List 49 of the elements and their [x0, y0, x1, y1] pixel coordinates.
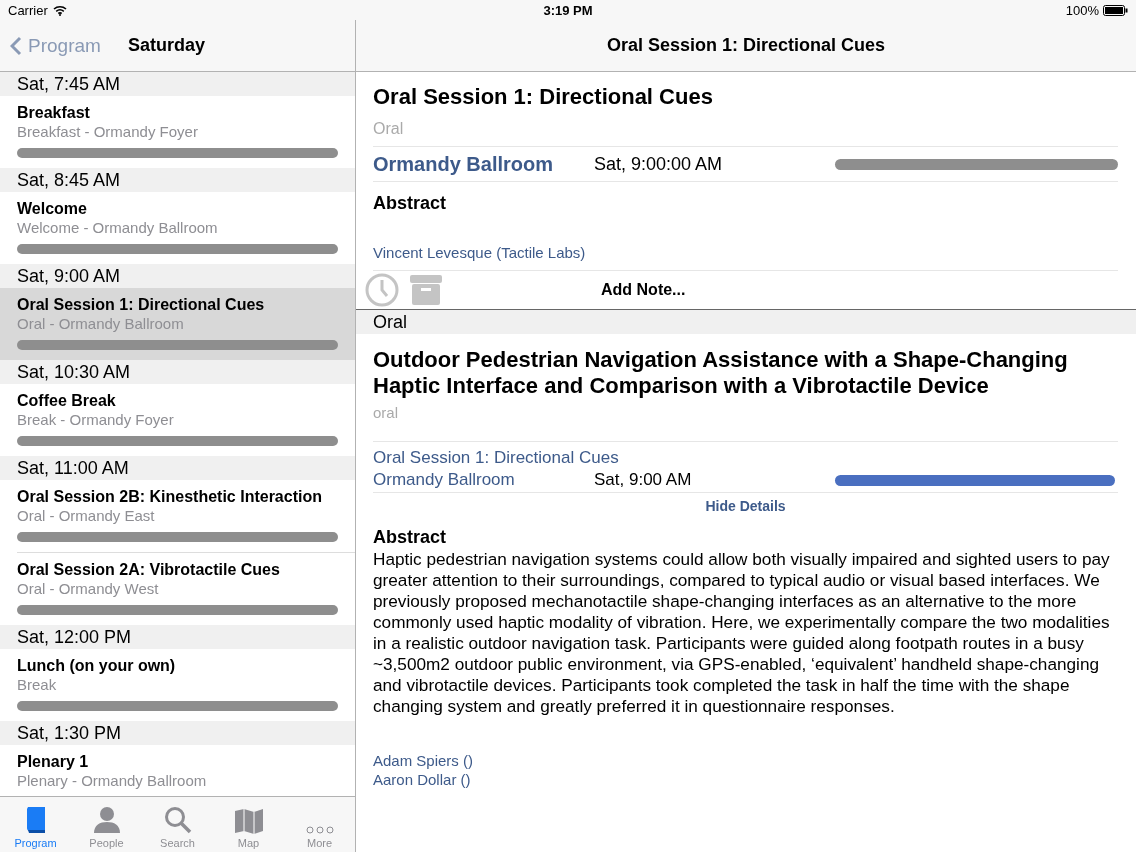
carrier-label: Carrier: [8, 2, 48, 18]
tab-bar-item[interactable]: Program: [0, 797, 71, 852]
session-item[interactable]: Oral Session 2B: Kinesthetic Interaction Oral - Ormandy East: [0, 480, 355, 552]
session-type: Oral: [373, 120, 405, 139]
more-icon: [305, 826, 334, 834]
section-header: Sat, 10:30 AM: [0, 360, 355, 384]
section-header: Sat, 9:00 AM: [0, 264, 355, 288]
nav-title: Saturday: [128, 35, 206, 56]
section-header: Sat, 1:30 PM: [0, 721, 355, 745]
author-link[interactable]: Adam Spiers (): [373, 751, 1118, 770]
battery-icon: [1103, 4, 1128, 16]
search-icon: [163, 806, 192, 834]
session-title: Oral Session 1: Directional Cues: [373, 84, 714, 110]
session-item[interactable]: Lunch (on your own) Break: [0, 649, 355, 721]
paper-title: Outdoor Pedestrian Navigation Assistance with a Shape-Changing Haptic Interface and Comparison with a Vibrotactile Device: [373, 347, 1069, 399]
section-header: Sat, 11:00 AM: [0, 456, 355, 480]
author-link[interactable]: Vincent Levesque (Tactile Labs): [373, 244, 586, 261]
hide-details-button[interactable]: Hide Details: [705, 498, 786, 514]
session-item[interactable]: Welcome Welcome - Ormandy Ballroom: [0, 192, 355, 264]
section-header: Sat, 8:45 AM: [0, 168, 355, 192]
session-time: Sat, 9:00:00 AM: [594, 153, 724, 175]
book-icon: [24, 806, 47, 834]
battery-percent: 100%: [1065, 2, 1099, 18]
room-link[interactable]: Ormandy Ballroom: [373, 152, 594, 176]
room-link[interactable]: Ormandy Ballroom: [373, 470, 594, 490]
paper-time: Sat, 9:00 AM: [594, 470, 693, 490]
session-item[interactable]: Breakfast Breakfast - Ormandy Foyer: [0, 96, 355, 168]
map-icon: [233, 808, 264, 834]
nav-title: Oral Session 1: Directional Cues: [356, 20, 1136, 72]
wifi-icon: [52, 4, 67, 16]
section-header: Sat, 12:00 PM: [0, 625, 355, 649]
author-link[interactable]: Aaron Dollar (): [373, 770, 1118, 789]
status-time: 3:19 PM: [543, 2, 593, 18]
section-header: Sat, 7:45 AM: [0, 72, 355, 96]
session-item[interactable]: Oral Session 1: Directional Cues Oral - Ormandy Ballroom: [0, 288, 355, 360]
abstract-heading: Abstract: [373, 193, 448, 215]
abstract-heading: Abstract: [373, 527, 448, 549]
chevron-left-icon: [10, 35, 22, 56]
section-header: Oral: [356, 310, 1136, 334]
session-link[interactable]: Oral Session 1: Directional Cues: [373, 448, 619, 467]
clock-icon[interactable]: [365, 273, 399, 307]
session-item[interactable]: Coffee Break Break - Ormandy Foyer: [0, 384, 355, 456]
session-item[interactable]: Plenary 1 Plenary - Ormandy Ballroom: [0, 745, 355, 796]
person-icon: [91, 806, 122, 834]
add-note-button[interactable]: Add Note...: [601, 281, 686, 299]
archive-box-icon[interactable]: [409, 274, 443, 306]
abstract-text: Haptic pedestrian navigation systems could allow both visually impaired and sighted users to pay greater attention to their surroundings, compared to typical audio or visual based interfaces. We previously proposed mechanotactile shape-changing interfaces as an alternative to the more commonly used haptic modality of vibration. Here, we experimentally compare the two modalities in a realistic outdoor navigation task. Participants were guided along footpath routes in a busy ~3,500m2 outdoor public environment, via GPS-enabled, ‘equivalent’ handheld shape-changing and vibrotactile devices. Participants took completed the task in half the time with the shape changing system and greatly preferred it in questionnaire responses.: [373, 549, 1111, 717]
session-item[interactable]: Oral Session 2A: Vibrotactile Cues Oral - Ormandy West: [0, 553, 355, 625]
paper-type: oral: [373, 404, 1118, 442]
